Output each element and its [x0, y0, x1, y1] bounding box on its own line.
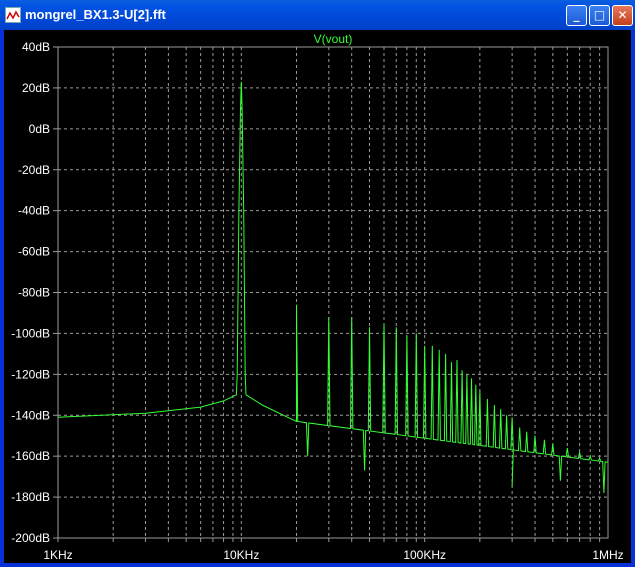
y-tick-label: 0dB — [29, 122, 50, 136]
fft-chart[interactable]: 40dB 20dB 0dB -20dB -40dB -60dB -80dB -100dB -12… — [4, 30, 631, 563]
y-tick-label: -100dB — [11, 326, 50, 340]
waveform-icon — [5, 7, 21, 23]
app-window: mongrel_BX1.3-U[2].fft _ □ ✕ 40dB 20dB 0dB… — [0, 0, 635, 567]
y-tick-label: 20dB — [22, 81, 50, 95]
minimize-button[interactable]: _ — [566, 5, 587, 26]
y-tick-label: -40dB — [18, 204, 50, 218]
x-tick-label: 1MHz — [592, 548, 623, 562]
y-tick-label: -160dB — [11, 449, 50, 463]
x-tick-label: 1KHz — [43, 548, 72, 562]
y-tick-label: -80dB — [18, 286, 50, 300]
y-tick-label: -60dB — [18, 245, 50, 259]
x-tick-label: 100KHz — [403, 548, 446, 562]
plot-pane[interactable]: 40dB 20dB 0dB -20dB -40dB -60dB -80dB -100dB -12… — [4, 30, 631, 563]
close-button[interactable]: ✕ — [612, 5, 633, 26]
maximize-button[interactable]: □ — [589, 5, 610, 26]
y-tick-label: -20dB — [18, 163, 50, 177]
y-tick-label: -140dB — [11, 408, 50, 422]
window-title: mongrel_BX1.3-U[2].fft — [25, 7, 166, 22]
chart-title: V(vout) — [314, 32, 353, 46]
x-tick-label: 10KHz — [223, 548, 259, 562]
y-tick-label: -200dB — [11, 531, 50, 545]
y-tick-label: -180dB — [11, 490, 50, 504]
series-line — [57, 81, 609, 494]
y-tick-label: -120dB — [11, 367, 50, 381]
y-tick-label: 40dB — [22, 40, 50, 54]
title-bar[interactable]: mongrel_BX1.3-U[2].fft _ □ ✕ — [0, 0, 635, 30]
plot-frame — [57, 46, 609, 539]
